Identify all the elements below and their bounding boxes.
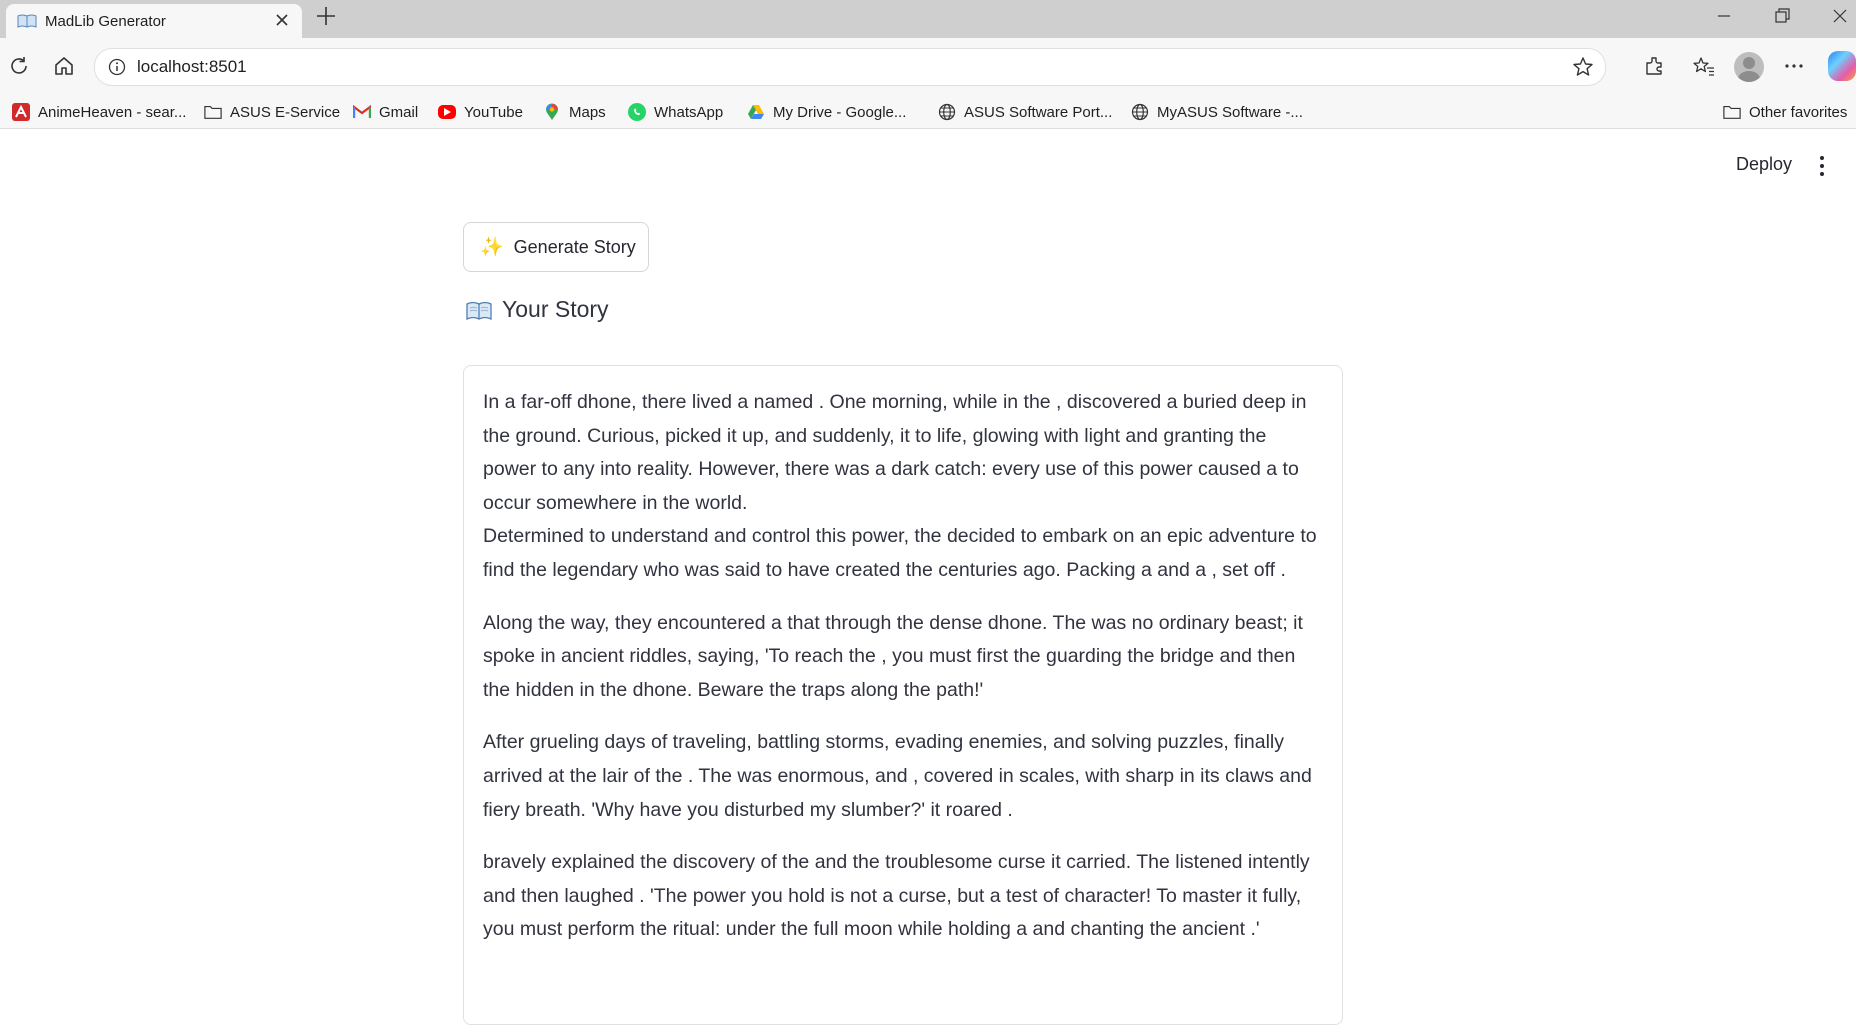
refresh-icon[interactable]	[6, 53, 32, 79]
main-menu-icon[interactable]	[1816, 154, 1828, 178]
bookmark-label: YouTube	[464, 103, 523, 121]
bookmark-label: Gmail	[379, 103, 419, 121]
story-paragraph: Determined to understand and control thi…	[483, 525, 1317, 581]
story-paragraph: In a far-off dhone, there lived a named …	[483, 391, 1307, 514]
bookmark-gmail[interactable]: Gmail	[353, 102, 418, 122]
gmail-icon	[353, 103, 371, 121]
favorite-star-icon[interactable]	[1571, 55, 1595, 79]
restore-icon[interactable]	[1772, 6, 1792, 30]
story-paragraph: After grueling days of traveling, battli…	[483, 731, 1312, 821]
favorites-icon[interactable]	[1691, 53, 1717, 79]
bookmark-label: MyASUS Software -...	[1157, 103, 1303, 121]
bookmark-maps[interactable]: Maps	[543, 102, 606, 122]
maps-pin-icon	[543, 103, 561, 121]
bookmark-label: ASUS E-Service	[230, 103, 341, 121]
globe-icon	[1131, 103, 1149, 121]
bookmark-label: Maps	[569, 103, 606, 121]
bookmark-youtube[interactable]: YouTube	[438, 102, 523, 122]
site-info-icon[interactable]	[107, 57, 127, 77]
bookmark-label: WhatsApp	[654, 103, 724, 121]
story-paragraph: Along the way, they encountered a that t…	[483, 611, 1303, 701]
folder-icon	[204, 103, 222, 121]
generate-story-label: Generate Story	[513, 236, 636, 257]
address-bar[interactable]: localhost:8501	[94, 48, 1606, 86]
globe-icon	[938, 103, 956, 121]
story-heading-text: Your Story	[502, 296, 609, 322]
bookmarks-bar: AnimeHeaven - sear... ASUS E-Service Gma…	[0, 94, 1856, 129]
story-container: In a far-off dhone, there lived a named …	[463, 365, 1343, 1025]
bookmark-animeheaven[interactable]: AnimeHeaven - sear...	[12, 102, 186, 122]
tab-strip: MadLib Generator	[0, 0, 1856, 38]
folder-icon	[1723, 103, 1741, 121]
bookmark-whatsapp[interactable]: WhatsApp	[628, 102, 723, 122]
google-drive-icon	[747, 103, 765, 121]
bookmark-label: ASUS Software Port...	[964, 103, 1113, 121]
url-text: localhost:8501	[137, 57, 247, 76]
bookmark-my-drive[interactable]: My Drive - Google...	[747, 102, 906, 122]
bookmark-asus-software-portal[interactable]: ASUS Software Port...	[938, 102, 1112, 122]
new-tab-icon[interactable]	[314, 4, 338, 33]
story-heading: Your Story	[466, 296, 609, 323]
sparkles-icon: ✨	[480, 237, 504, 258]
generate-story-button[interactable]: ✨ Generate Story	[463, 222, 649, 272]
close-window-icon[interactable]	[1830, 6, 1850, 30]
more-options-icon[interactable]	[1781, 53, 1807, 79]
animeheaven-icon	[12, 103, 30, 121]
tab-title: MadLib Generator	[45, 13, 166, 30]
browser-toolbar: localhost:8501	[0, 38, 1856, 94]
close-tab-icon[interactable]	[272, 10, 292, 34]
deploy-button[interactable]: Deploy	[1736, 154, 1792, 175]
book-icon	[17, 14, 37, 28]
other-favorites[interactable]: Other favorites	[1723, 102, 1847, 122]
home-icon[interactable]	[51, 53, 77, 79]
story-paragraph: bravely explained the discovery of the a…	[483, 851, 1310, 941]
bookmark-myasus-software[interactable]: MyASUS Software -...	[1131, 102, 1303, 122]
minimize-icon[interactable]	[1714, 6, 1734, 30]
other-favorites-label: Other favorites	[1749, 103, 1848, 121]
bookmark-label: My Drive - Google...	[773, 103, 907, 121]
bookmark-asus-eservice[interactable]: ASUS E-Service	[204, 102, 340, 122]
whatsapp-icon	[628, 103, 646, 121]
browser-tab[interactable]: MadLib Generator	[6, 4, 302, 38]
open-book-icon	[466, 300, 492, 320]
copilot-icon[interactable]	[1828, 51, 1856, 81]
bookmark-label: AnimeHeaven - sear...	[38, 103, 187, 121]
profile-avatar[interactable]	[1734, 52, 1764, 82]
youtube-icon	[438, 105, 456, 119]
extensions-icon[interactable]	[1641, 53, 1667, 79]
